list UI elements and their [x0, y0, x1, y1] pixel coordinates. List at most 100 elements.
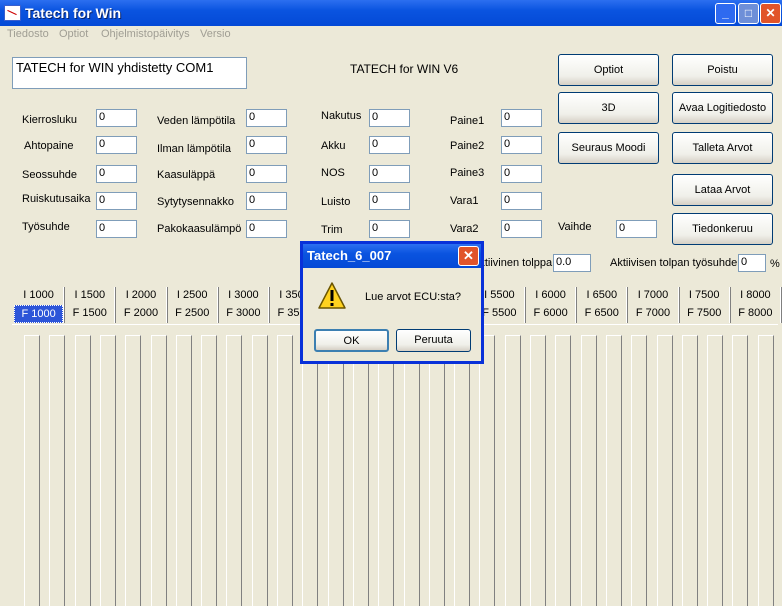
tab-f-1500[interactable]: F 1500 — [65, 305, 115, 323]
tiedonkeruu-button[interactable]: Tiedonkeruu — [672, 213, 773, 245]
bar-column — [99, 335, 116, 606]
label-aktiivinen-tolppa: Aktiivinen tolppa — [472, 257, 553, 269]
field-luisto: 0 — [369, 192, 410, 210]
label-paine2: Paine2 — [450, 140, 485, 152]
label-seossuhde: Seossuhde — [22, 169, 78, 181]
field-aktiivinen-tolppa: 0.0 — [553, 254, 591, 272]
label-pakokaasulampo: Pakokaasulämpö — [157, 223, 242, 235]
tab-i-6500[interactable]: I 6500 — [577, 287, 627, 305]
label-trim: Trim — [321, 224, 343, 236]
version-label: TATECH for WIN V6 — [350, 62, 459, 76]
seuraus-moodi-button[interactable]: Seuraus Moodi — [558, 132, 659, 164]
tab-i-2000[interactable]: I 2000 — [116, 287, 166, 305]
label-sytytysennakko: Sytytysennakko — [157, 196, 235, 208]
poistu-button[interactable]: Poistu — [672, 54, 773, 86]
bar-column — [555, 335, 572, 606]
avaa-logitiedosto-button[interactable]: Avaa Logitiedosto — [672, 92, 773, 124]
field-vaihde: 0 — [616, 220, 657, 238]
field-akku: 0 — [369, 136, 410, 154]
bar-column — [277, 335, 293, 606]
menu-ohjelmistopaivitys[interactable]: Ohjelmistopäivitys — [101, 28, 190, 40]
window-title: Tatech for Win — [25, 5, 122, 21]
bar-column — [74, 335, 91, 606]
label-ilman-lampotila: Ilman lämpötila — [157, 143, 231, 155]
optiot-button[interactable]: Optiot — [558, 54, 659, 86]
lataa-arvot-button[interactable]: Lataa Arvot — [672, 174, 773, 206]
field-tyosuhde: 0 — [96, 220, 137, 238]
tab-i-7000[interactable]: I 7000 — [628, 287, 678, 305]
tab-i-8000[interactable]: I 8000 — [730, 287, 780, 305]
minimize-button[interactable]: _ — [715, 3, 736, 24]
label-kaasulappa: Kaasuläppä — [157, 169, 216, 181]
label-tyosuhde: Työsuhde — [22, 221, 70, 233]
bar-column — [707, 335, 724, 606]
tab-f-7500[interactable]: F 7500 — [679, 305, 729, 323]
label-ruiskutusaika: Ruiskutusaika — [22, 193, 91, 205]
tab-f-1000[interactable]: F 1000 — [14, 305, 64, 323]
bar-column — [49, 335, 66, 606]
menu-tiedosto[interactable]: Tiedosto — [7, 28, 49, 40]
bar-column — [226, 335, 243, 606]
peruuta-button[interactable]: Peruuta — [396, 329, 471, 352]
dialog-title-bar[interactable]: Tatech_6_007 ✕ — [303, 244, 481, 268]
tab-f-6500[interactable]: F 6500 — [577, 305, 627, 323]
3d-button[interactable]: 3D — [558, 92, 659, 124]
ok-button[interactable]: OK — [314, 329, 389, 352]
field-kierrosluku: 0 — [96, 109, 137, 127]
title-bar[interactable]: Tatech for Win _ □ ✕ — [0, 0, 782, 26]
bar-column — [681, 335, 698, 606]
bar-column — [656, 335, 673, 606]
tab-f-2000[interactable]: F 2000 — [116, 305, 166, 323]
tab-i-7500[interactable]: I 7500 — [679, 287, 729, 305]
dialog-title: Tatech_6_007 — [307, 248, 392, 263]
bar-column — [302, 335, 319, 606]
label-akku: Akku — [321, 140, 346, 152]
label-paine3: Paine3 — [450, 167, 485, 179]
tab-i-3000[interactable]: I 3000 — [218, 287, 268, 305]
field-ahtopaine: 0 — [96, 136, 137, 154]
tab-f-2500[interactable]: F 2500 — [167, 305, 217, 323]
tab-i-6000[interactable]: I 6000 — [526, 287, 576, 305]
maximize-button[interactable]: □ — [738, 3, 759, 24]
tab-f-8000[interactable]: F 8000 — [730, 305, 780, 323]
close-button[interactable]: ✕ — [760, 3, 781, 24]
field-ilman-lampotila: 0 — [246, 136, 287, 154]
tab-f-6000[interactable]: F 6000 — [526, 305, 576, 323]
bar-column — [251, 335, 268, 606]
label-luisto: Luisto — [321, 196, 351, 208]
label-aktiivisen-tyosuhde: Aktiivisen tolpan työsuhde — [610, 257, 738, 269]
tab-i-1500[interactable]: I 1500 — [65, 287, 115, 305]
bar-column — [504, 335, 521, 606]
field-paine3: 0 — [501, 165, 542, 183]
connection-status: TATECH for WIN yhdistetty COM1 — [12, 57, 247, 89]
bar-column — [24, 335, 40, 606]
dialog-close-button[interactable]: ✕ — [458, 246, 479, 266]
bar-column — [605, 335, 622, 606]
menu-versio[interactable]: Versio — [200, 28, 231, 40]
tab-f-7000[interactable]: F 7000 — [628, 305, 678, 323]
label-nakutus: Nakutus — [321, 110, 362, 122]
bar-column — [327, 335, 344, 606]
bar-column — [150, 335, 167, 606]
field-vara1: 0 — [501, 192, 542, 210]
bar-column — [201, 335, 218, 606]
bar-column — [732, 335, 749, 606]
field-nakutus: 0 — [369, 109, 410, 127]
bar-column — [479, 335, 496, 606]
bar-column — [580, 335, 597, 606]
label-ahtopaine: Ahtopaine — [24, 140, 74, 152]
menu-optiot[interactable]: Optiot — [59, 28, 88, 40]
label-vaihde: Vaihde — [558, 221, 592, 233]
field-vara2: 0 — [501, 220, 542, 238]
tab-i-1000[interactable]: I 1000 — [14, 287, 64, 305]
field-kaasulappa: 0 — [246, 165, 287, 183]
app-icon[interactable] — [4, 5, 21, 21]
tab-f-3000[interactable]: F 3000 — [218, 305, 268, 323]
talleta-arvot-button[interactable]: Talleta Arvot — [672, 132, 773, 164]
tab-i-2500[interactable]: I 2500 — [167, 287, 217, 305]
field-trim: 0 — [369, 220, 410, 238]
dialog-message: Lue arvot ECU:sta? — [365, 291, 461, 303]
bar-column — [403, 335, 420, 606]
label-vara2: Vara2 — [450, 223, 479, 235]
field-seossuhde: 0 — [96, 165, 137, 183]
